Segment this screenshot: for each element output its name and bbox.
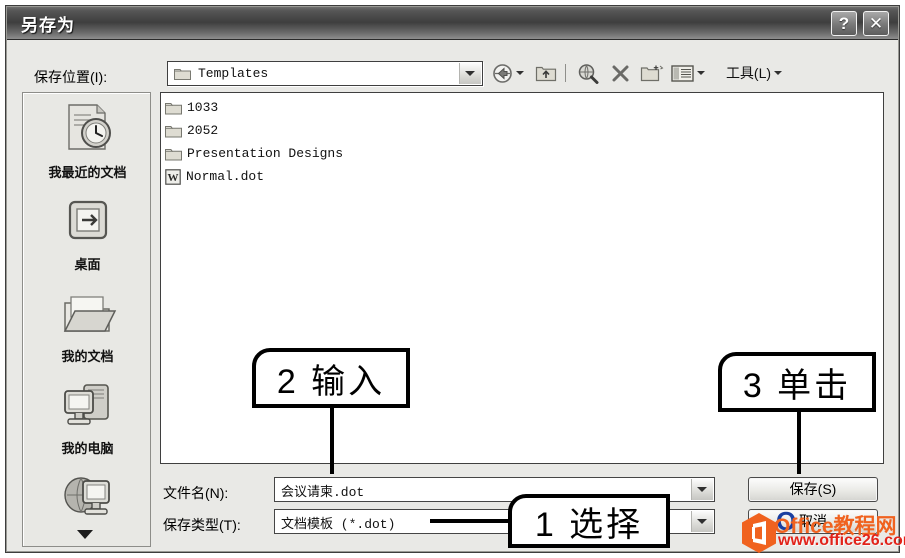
views-icon bbox=[671, 64, 694, 82]
window-title: 另存为 bbox=[21, 16, 75, 35]
list-item-label: Presentation Designs bbox=[187, 146, 344, 161]
my-network-places-icon bbox=[63, 477, 110, 515]
back-button[interactable] bbox=[490, 60, 526, 86]
save-button[interactable]: 保存(S) bbox=[748, 477, 878, 502]
list-item[interactable]: 1033 bbox=[165, 97, 218, 118]
up-one-level-button[interactable] bbox=[532, 60, 560, 86]
title-bar: 另存为 ? ✕ bbox=[7, 7, 898, 40]
search-icon bbox=[578, 63, 599, 84]
save-as-type-label: 保存类型(T): bbox=[163, 517, 241, 533]
views-button[interactable] bbox=[670, 60, 706, 86]
sidebar-item-my-computer[interactable]: 我的电脑 bbox=[23, 381, 152, 457]
look-in-label: 保存位置(I): bbox=[34, 69, 108, 85]
toolbar-separator bbox=[565, 64, 566, 82]
tools-label: 工具(L) bbox=[725, 65, 772, 81]
close-x-icon bbox=[612, 65, 628, 81]
sidebar-item-my-network-places[interactable] bbox=[23, 473, 152, 533]
sidebar-item-label: 我的电脑 bbox=[61, 441, 114, 456]
callout-step-1: 1 选择 bbox=[508, 494, 670, 548]
list-item-label: 1033 bbox=[187, 100, 219, 115]
sidebar-item-recent-documents[interactable]: 我最近的文档 bbox=[23, 101, 152, 181]
my-computer-icon bbox=[63, 384, 109, 425]
folder-icon bbox=[165, 102, 182, 114]
new-folder-button[interactable] bbox=[637, 60, 667, 86]
sidebar-item-label: 我最近的文档 bbox=[48, 165, 127, 180]
filename-value: 会议请柬.dot bbox=[281, 485, 365, 500]
callout-leader-3 bbox=[797, 412, 801, 474]
my-documents-icon bbox=[63, 296, 116, 332]
look-in-dropdown-arrow[interactable] bbox=[459, 63, 481, 84]
word-document-icon: W bbox=[165, 168, 181, 185]
recent-documents-icon bbox=[67, 104, 111, 150]
help-button[interactable]: ? bbox=[831, 11, 857, 36]
folder-icon bbox=[165, 148, 182, 160]
list-item-label: Normal.dot bbox=[186, 169, 265, 184]
delete-button[interactable] bbox=[607, 60, 633, 86]
watermark-url: www.office26.com bbox=[778, 532, 905, 549]
list-item-label: 2052 bbox=[187, 123, 219, 138]
callout-leader-2 bbox=[330, 408, 334, 474]
svg-text:W: W bbox=[168, 172, 179, 184]
watermark: O Office教程网 www.office26.com bbox=[738, 506, 905, 558]
save-as-dialog: 另存为 ? ✕ 保存位置(I): Templates 工具(L) 我最近的文档 … bbox=[5, 5, 900, 553]
list-item[interactable]: 2052 bbox=[165, 120, 218, 141]
tools-caret-icon bbox=[774, 71, 783, 75]
filetype-value: 文档模板 (*.dot) bbox=[281, 517, 396, 532]
list-item[interactable]: W Normal.dot bbox=[165, 166, 264, 187]
back-icon bbox=[493, 63, 512, 83]
back-caret-icon bbox=[516, 71, 524, 75]
sidebar-item-my-documents[interactable]: 我的文档 bbox=[23, 289, 152, 365]
file-name-label: 文件名(N): bbox=[163, 485, 229, 501]
folder-icon bbox=[174, 69, 191, 80]
places-scroll-down-arrow[interactable] bbox=[77, 530, 93, 539]
sidebar-item-label: 我的文档 bbox=[61, 349, 114, 364]
tools-menu-button[interactable]: 工具(L) bbox=[718, 60, 790, 86]
list-item[interactable]: Presentation Designs bbox=[165, 143, 343, 164]
places-bar: 我最近的文档 桌面 我的文档 我的电脑 bbox=[22, 92, 151, 547]
new-folder-icon bbox=[640, 65, 664, 81]
sidebar-item-label: 桌面 bbox=[74, 257, 101, 272]
callout-step-3: 3 单击 bbox=[718, 352, 876, 412]
look-in-combobox[interactable]: Templates bbox=[167, 61, 483, 86]
filetype-dropdown-arrow[interactable] bbox=[691, 511, 713, 532]
folder-icon bbox=[165, 125, 182, 137]
sidebar-item-desktop[interactable]: 桌面 bbox=[23, 197, 152, 273]
desktop-icon bbox=[68, 200, 107, 240]
look-in-value: Templates bbox=[198, 66, 269, 81]
views-caret-icon bbox=[697, 71, 705, 75]
search-web-button[interactable] bbox=[574, 60, 602, 86]
filename-dropdown-arrow[interactable] bbox=[691, 479, 713, 500]
up-one-level-icon bbox=[535, 66, 557, 82]
callout-leader-1 bbox=[430, 519, 510, 523]
callout-step-2: 2 输入 bbox=[252, 348, 410, 408]
close-button[interactable]: ✕ bbox=[863, 11, 889, 36]
